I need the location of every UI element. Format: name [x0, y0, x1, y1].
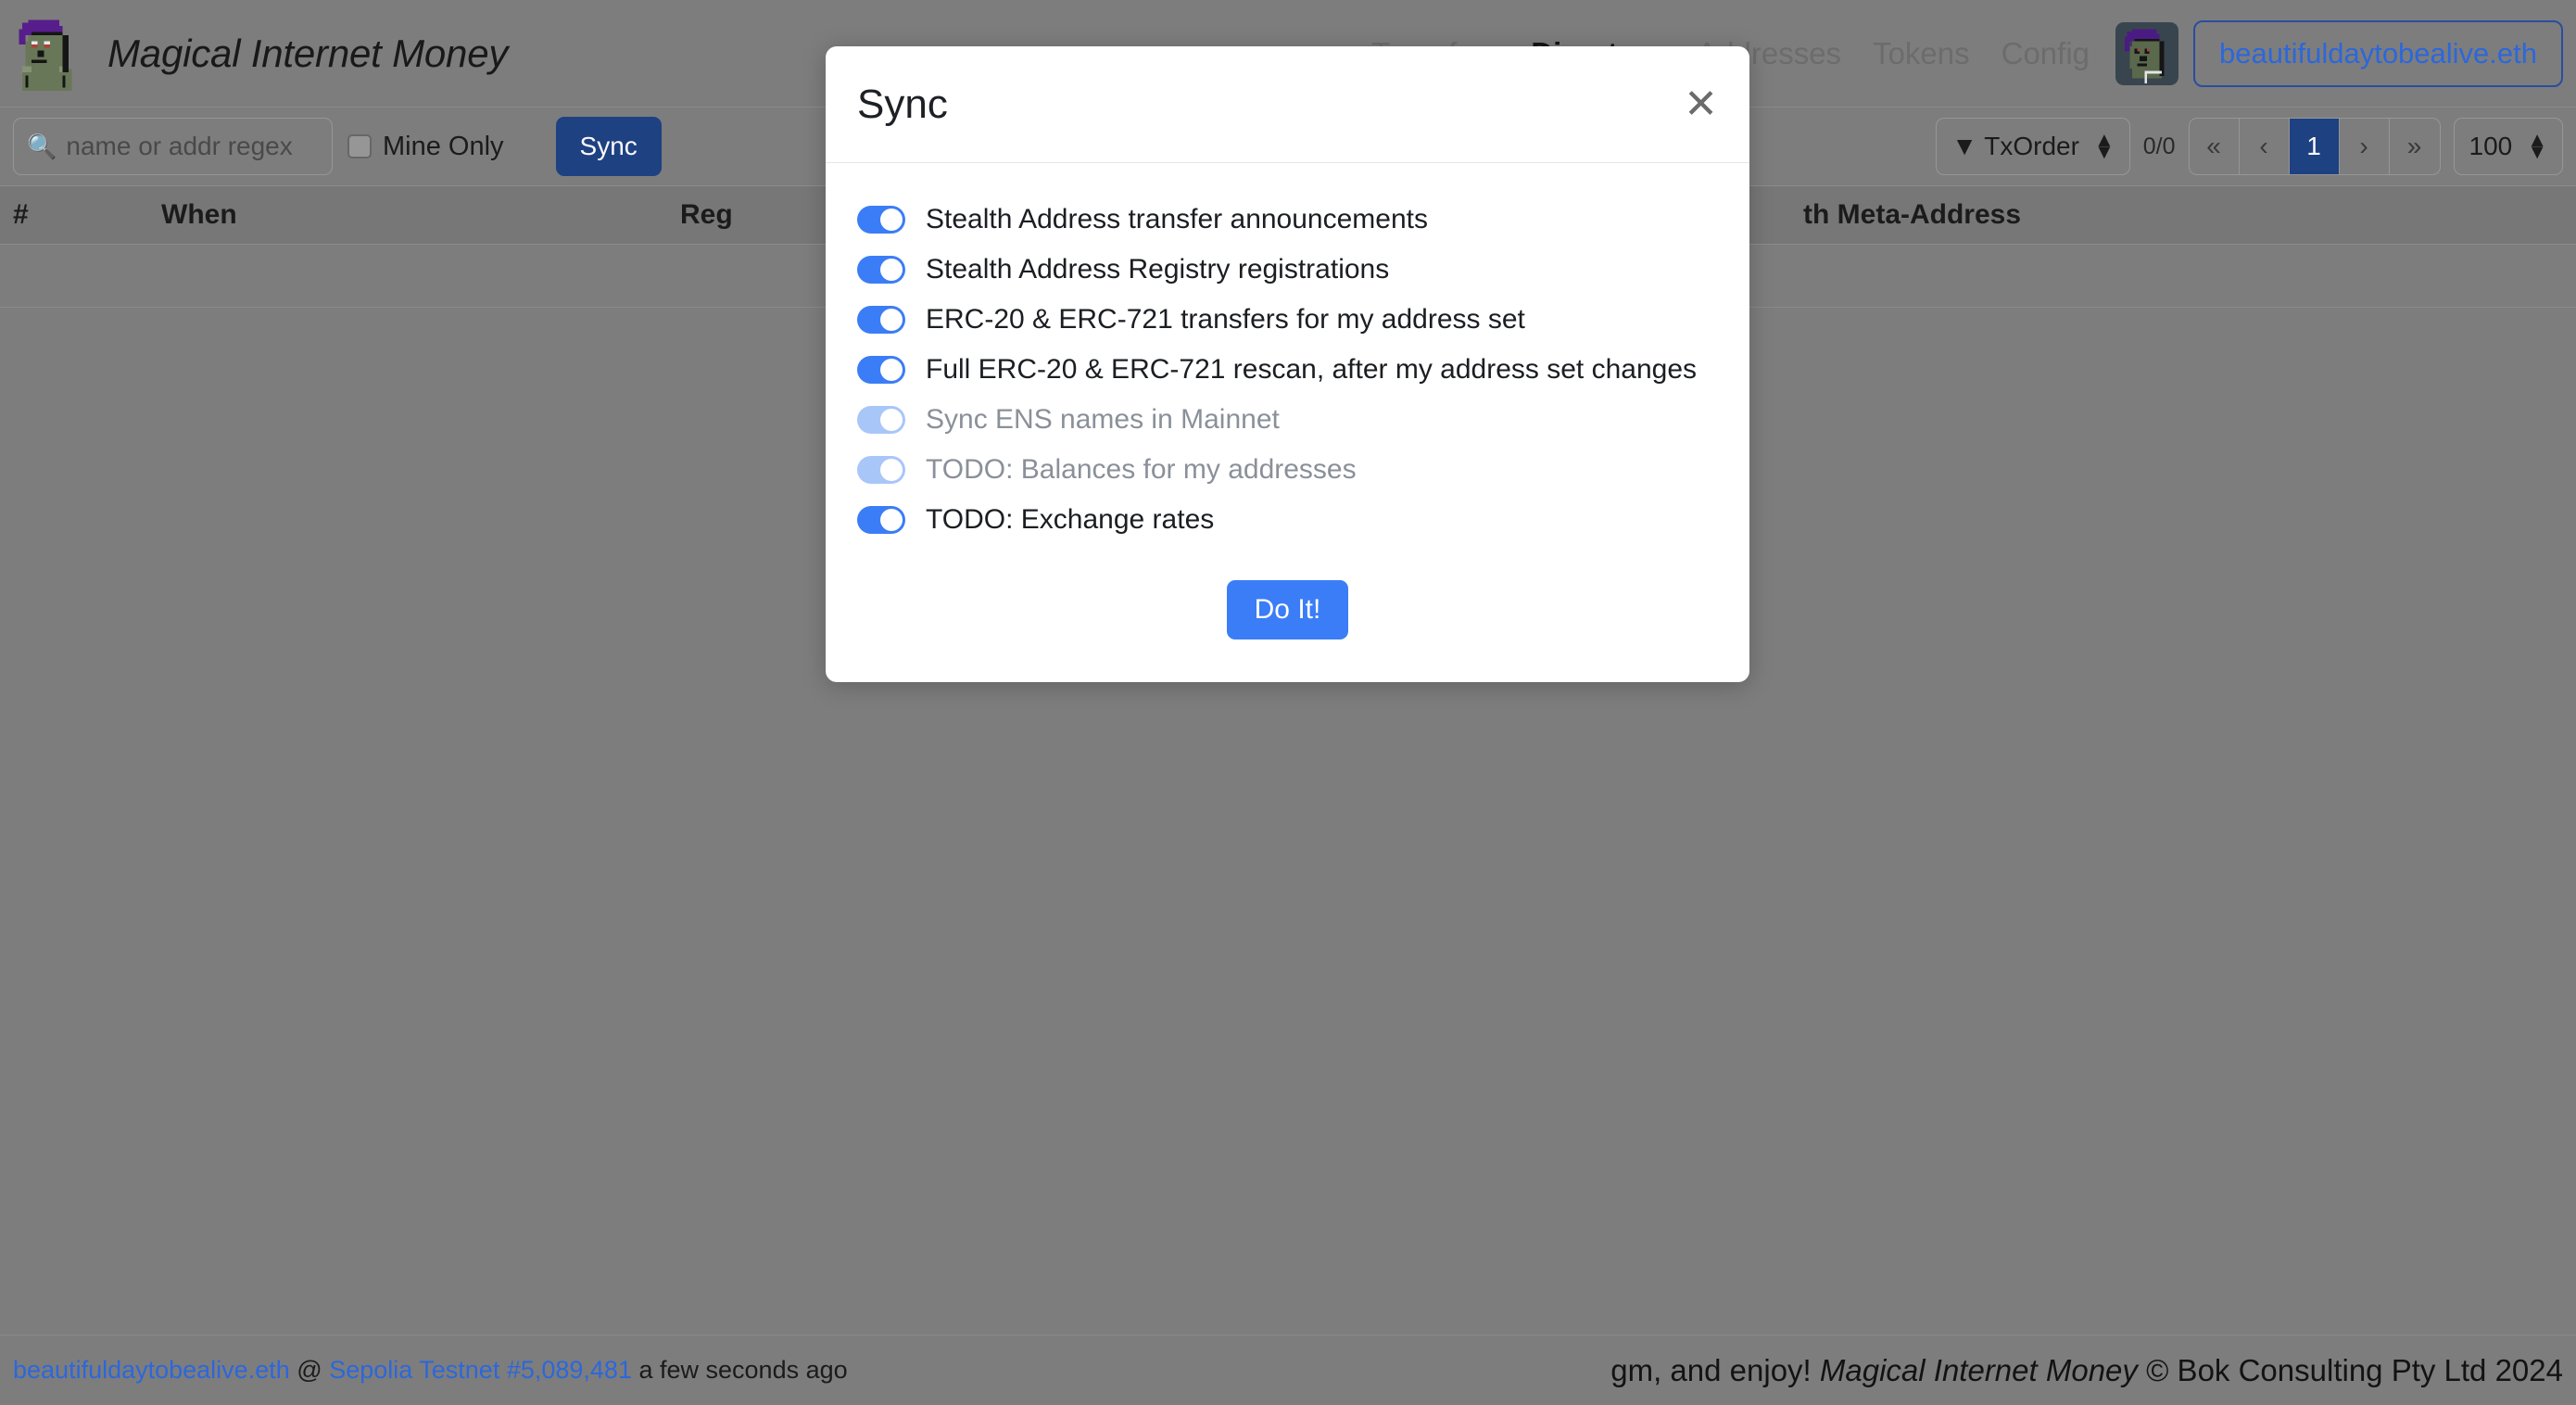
- toggle-label: ERC-20 & ERC-721 transfers for my addres…: [926, 304, 1525, 335]
- toggle-label: Stealth Address transfer announcements: [926, 204, 1428, 234]
- sync-modal: Sync ✕ Stealth Address transfer announce…: [826, 46, 1749, 682]
- modal-header: Sync ✕: [826, 46, 1749, 163]
- toggle-switch-stealth-registry-registrations[interactable]: [857, 256, 905, 284]
- toggle-switch-stealth-transfer-announcements[interactable]: [857, 206, 905, 234]
- close-icon[interactable]: ✕: [1684, 84, 1718, 125]
- modal-footer: Do It!: [826, 567, 1749, 682]
- toggle-row[interactable]: TODO: Exchange rates: [857, 495, 1718, 545]
- toggle-switch-full-erc-rescan[interactable]: [857, 356, 905, 384]
- toggle-row[interactable]: Stealth Address Registry registrations: [857, 245, 1718, 295]
- toggle-row[interactable]: Sync ENS names in Mainnet: [857, 395, 1718, 445]
- modal-body: Stealth Address transfer announcements S…: [826, 163, 1749, 567]
- toggle-switch-exchange-rates[interactable]: [857, 506, 905, 534]
- app-root: Magical Internet Money Transfers Directo…: [0, 0, 2576, 1405]
- toggle-label: Sync ENS names in Mainnet: [926, 404, 1280, 435]
- toggle-row[interactable]: Stealth Address transfer announcements: [857, 195, 1718, 245]
- toggle-label: Full ERC-20 & ERC-721 rescan, after my a…: [926, 354, 1697, 385]
- toggle-label: TODO: Exchange rates: [926, 504, 1214, 535]
- toggle-label: Stealth Address Registry registrations: [926, 254, 1389, 285]
- toggle-switch-balances[interactable]: [857, 456, 905, 484]
- toggle-row[interactable]: TODO: Balances for my addresses: [857, 445, 1718, 495]
- modal-title: Sync: [857, 82, 948, 128]
- toggle-switch-erc-transfers[interactable]: [857, 306, 905, 334]
- toggle-row[interactable]: Full ERC-20 & ERC-721 rescan, after my a…: [857, 345, 1718, 395]
- toggle-label: TODO: Balances for my addresses: [926, 454, 1357, 485]
- do-it-button[interactable]: Do It!: [1227, 580, 1349, 639]
- toggle-row[interactable]: ERC-20 & ERC-721 transfers for my addres…: [857, 295, 1718, 345]
- toggle-switch-sync-ens-names[interactable]: [857, 406, 905, 434]
